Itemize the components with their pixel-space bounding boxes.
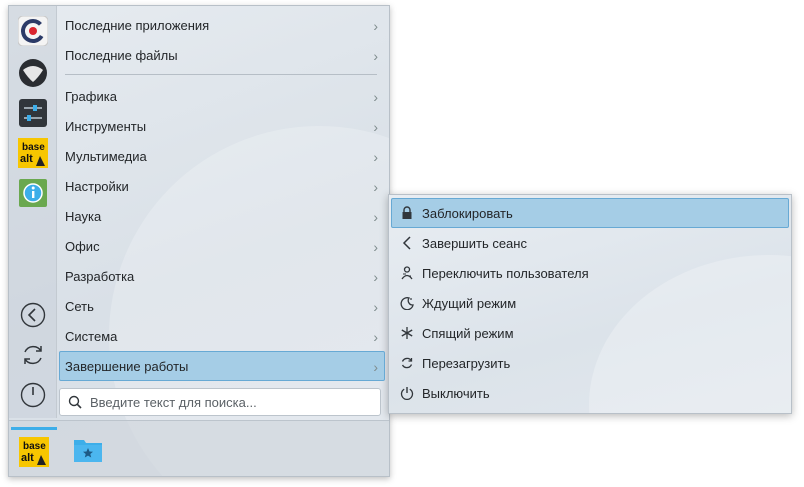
back-button[interactable]	[20, 302, 46, 328]
category-multimedia[interactable]: Мультимедиа ›	[59, 141, 385, 171]
chevron-right-icon: ›	[373, 209, 378, 225]
category-label: Завершение работы	[65, 359, 189, 374]
category-system[interactable]: Система ›	[59, 321, 385, 351]
category-label: Разработка	[65, 269, 135, 284]
submenu-label: Заблокировать	[422, 206, 513, 221]
search-icon	[68, 395, 82, 409]
category-list: Последние приложения › Последние файлы ›…	[59, 10, 385, 381]
search-field[interactable]	[59, 388, 381, 416]
svg-text:alt: alt	[20, 153, 33, 165]
chevron-right-icon: ›	[373, 119, 378, 135]
info-icon[interactable]	[18, 178, 48, 208]
category-label: Инструменты	[65, 119, 147, 134]
category-science[interactable]: Наука ›	[59, 201, 385, 231]
reboot-item[interactable]: Перезагрузить	[391, 348, 789, 378]
category-label: Настройки	[65, 179, 129, 194]
sleep-item[interactable]: Ждущий режим	[391, 288, 789, 318]
category-network[interactable]: Сеть ›	[59, 291, 385, 321]
sliders-settings-icon[interactable]	[18, 98, 48, 128]
basealt-logo-icon: base alt	[19, 436, 49, 467]
shutdown-submenu: Заблокировать Завершить сеанс Переключит…	[388, 194, 792, 414]
category-label: Сеть	[65, 299, 94, 314]
shutdown-button[interactable]	[20, 382, 46, 408]
bottom-app-bar: base alt	[9, 420, 389, 476]
logout-icon	[400, 236, 414, 250]
category-recent-apps[interactable]: Последние приложения ›	[59, 10, 385, 40]
category-label: Наука	[65, 209, 102, 224]
chevron-right-icon: ›	[373, 239, 378, 255]
lock-icon	[400, 206, 414, 220]
category-label: Графика	[65, 89, 117, 104]
chevron-right-icon: ›	[373, 18, 378, 34]
basealt-logo-icon[interactable]: base alt	[18, 138, 48, 168]
basealt-app[interactable]: base alt	[11, 427, 57, 473]
restart-icon	[24, 345, 42, 365]
application-launcher: base alt Последние приложения › Последни…	[8, 5, 390, 477]
category-development[interactable]: Разработка ›	[59, 261, 385, 291]
chevron-right-icon: ›	[373, 359, 378, 375]
chevron-right-icon: ›	[373, 179, 378, 195]
chevron-right-icon: ›	[373, 299, 378, 315]
sleep-icon	[400, 296, 414, 310]
folder-star-icon	[74, 440, 102, 462]
dark-globe-icon[interactable]	[18, 58, 48, 88]
chevron-right-icon: ›	[373, 48, 378, 64]
hibernate-item[interactable]: Спящий режим	[391, 318, 789, 348]
submenu-label: Перезагрузить	[422, 356, 511, 371]
category-label: Последние приложения	[65, 18, 210, 33]
svg-text:alt: alt	[21, 452, 34, 464]
reboot-icon	[400, 356, 414, 370]
svg-text:base: base	[22, 142, 45, 153]
category-recent-files[interactable]: Последние файлы ›	[59, 40, 385, 70]
favorite-folder[interactable]	[65, 427, 111, 473]
category-graphics[interactable]: Графика ›	[59, 81, 385, 111]
submenu-label: Ждущий режим	[422, 296, 517, 311]
category-label: Мультимедиа	[65, 149, 147, 164]
submenu-label: Завершить сеанс	[422, 236, 527, 251]
submenu-label: Переключить пользователя	[422, 266, 589, 281]
category-label: Система	[65, 329, 118, 344]
submenu-label: Спящий режим	[422, 326, 514, 341]
favorites-sidebar: base alt	[9, 6, 57, 418]
divider	[65, 74, 377, 75]
c-circle-logo-icon[interactable]	[18, 16, 48, 46]
category-settings[interactable]: Настройки ›	[59, 171, 385, 201]
category-shutdown[interactable]: Завершение работы ›	[59, 351, 385, 381]
svg-text:base: base	[23, 441, 46, 452]
chevron-right-icon: ›	[373, 329, 378, 345]
switch-user-item[interactable]: Переключить пользователя	[391, 258, 789, 288]
chevron-right-icon: ›	[373, 269, 378, 285]
lock-session-item[interactable]: Заблокировать	[391, 198, 789, 228]
switch-user-icon	[400, 266, 414, 280]
power-off-icon	[400, 386, 414, 400]
category-office[interactable]: Офис ›	[59, 231, 385, 261]
power-off-item[interactable]: Выключить	[391, 378, 789, 408]
chevron-right-icon: ›	[373, 89, 378, 105]
back-arrow-icon	[20, 302, 46, 328]
category-label: Последние файлы	[65, 48, 178, 63]
category-label: Офис	[65, 239, 100, 254]
restart-button[interactable]	[20, 342, 46, 368]
search-input[interactable]	[88, 393, 362, 411]
submenu-label: Выключить	[422, 386, 490, 401]
category-tools[interactable]: Инструменты ›	[59, 111, 385, 141]
power-icon	[20, 382, 46, 408]
logout-item[interactable]: Завершить сеанс	[391, 228, 789, 258]
chevron-right-icon: ›	[373, 149, 378, 165]
hibernate-icon	[400, 326, 414, 340]
